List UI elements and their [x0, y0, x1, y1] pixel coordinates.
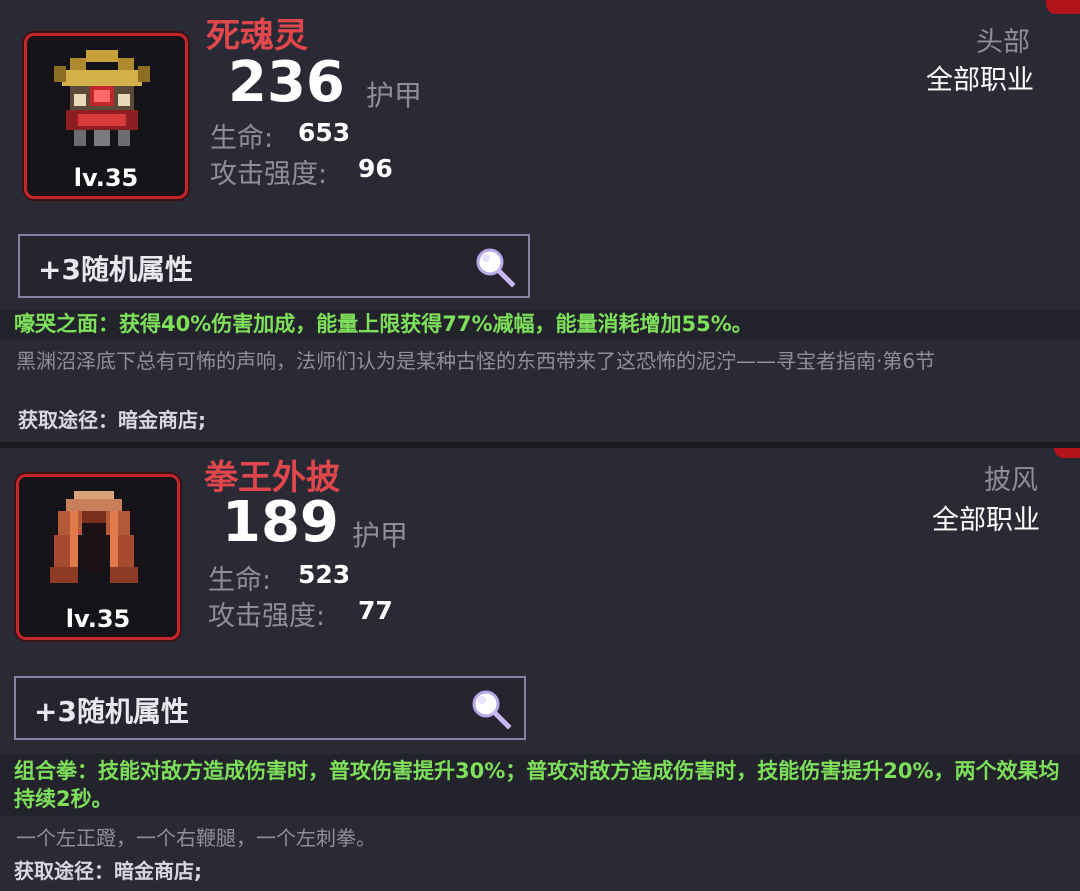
item-description: 一个左正蹬，一个右鞭腿，一个左刺拳。	[16, 826, 376, 850]
item-source: 获取途径：暗金商店;	[14, 859, 202, 883]
hp-value: 523	[298, 560, 351, 589]
class-requirement: 全部职业	[932, 505, 1040, 536]
corner-tab	[1054, 448, 1080, 458]
item-level: lv.35	[65, 605, 131, 633]
magnifier-icon[interactable]	[470, 243, 520, 291]
armor-label: 护甲	[352, 519, 409, 552]
random-attributes-label: +3随机属性	[38, 253, 193, 286]
item-source: 获取途径：暗金商店;	[18, 408, 206, 432]
item-effect: 组合拳：技能对敌方造成伤害时，普攻伤害提升30%；普攻对敌方造成伤害时，技能伤害…	[0, 754, 1080, 816]
armor-value: 189	[222, 490, 339, 555]
attack-value: 77	[358, 596, 393, 625]
random-attributes-box[interactable]: +3随机属性	[18, 234, 530, 298]
hp-value: 653	[298, 118, 351, 147]
attack-label: 攻击强度:	[210, 159, 328, 190]
equip-slot: 披风	[984, 465, 1038, 496]
item-level: lv.35	[73, 164, 139, 192]
item-icon-frame[interactable]: lv.35	[24, 33, 188, 199]
item-effect: 嚎哭之面：获得40%伤害加成，能量上限获得77%减幅，能量消耗增加55%。	[0, 310, 1080, 340]
class-requirement: 全部职业	[926, 65, 1034, 96]
armor-label: 护甲	[366, 79, 423, 112]
item-icon-frame[interactable]: lv.35	[16, 474, 180, 640]
cloak-icon	[50, 491, 138, 583]
magnifier-icon[interactable]	[466, 685, 516, 733]
attack-label: 攻击强度:	[208, 601, 326, 632]
attack-value: 96	[358, 154, 393, 183]
corner-tab	[1046, 0, 1080, 14]
item-description: 黑渊沼泽底下总有可怖的声响，法师们认为是某种古怪的东西带来了这恐怖的泥泞——寻宝…	[16, 349, 936, 373]
item-card[interactable]: lv.35 死魂灵 236 护甲 生命: 653 攻击强度: 96 头部 全部职…	[0, 0, 1080, 442]
random-attributes-label: +3随机属性	[34, 695, 189, 728]
skull-helm-icon	[54, 50, 150, 146]
hp-label: 生命:	[210, 123, 274, 154]
random-attributes-box[interactable]: +3随机属性	[14, 676, 526, 740]
equip-slot: 头部	[976, 27, 1030, 58]
hp-label: 生命:	[208, 565, 272, 596]
armor-value: 236	[228, 50, 345, 115]
